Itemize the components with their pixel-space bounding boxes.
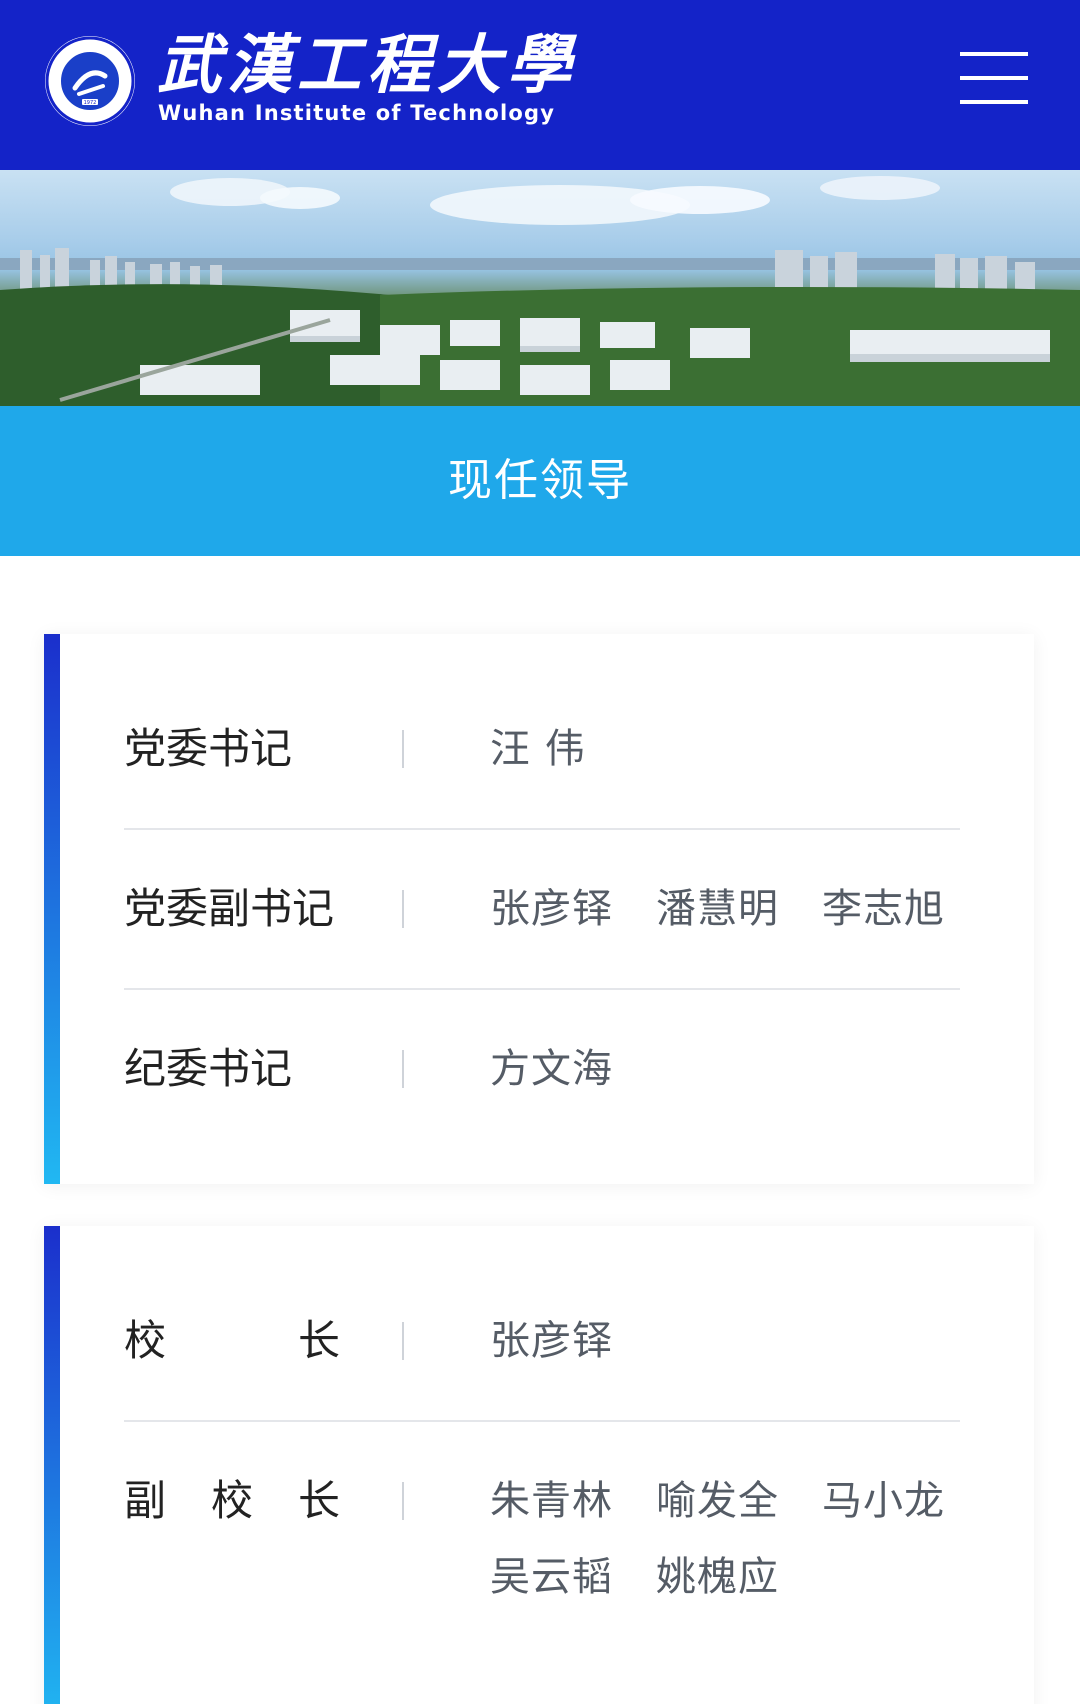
leader-name[interactable]: 姚槐应 — [656, 1552, 779, 1602]
leader-row: 纪委书记 方文海 — [124, 990, 960, 1150]
leader-name[interactable]: 李志旭 — [822, 884, 945, 934]
separator — [402, 1482, 404, 1520]
university-name-chinese: 武漢工程大學 — [157, 28, 577, 103]
leader-name[interactable]: 喻发全 — [656, 1476, 779, 1526]
position-char: 校 — [124, 1316, 167, 1365]
site-header: 1972 武漢工程大學 Wuhan Institute of Technolog… — [0, 0, 1080, 170]
leader-row: 党委副书记 张彦铎 潘慧明 李志旭 — [124, 830, 960, 990]
leader-name[interactable]: 方文海 — [490, 1044, 613, 1094]
leader-row: 副 校 长 朱青林 喻发全 马小龙 吴云韬 姚槐应 — [124, 1422, 960, 1652]
leader-name[interactable]: 张彦铎 — [490, 1316, 613, 1366]
position-char: 副 — [124, 1476, 167, 1525]
leader-name[interactable]: 朱青林 — [490, 1476, 613, 1526]
seal-icon: 1972 — [45, 36, 135, 126]
leader-row: 校 长 张彦铎 — [124, 1262, 960, 1422]
campus-banner-image — [0, 170, 1080, 406]
position-char: 校 — [210, 1476, 253, 1525]
position-label: 党委副书记 — [124, 884, 335, 933]
position-char: 长 — [297, 1476, 340, 1525]
separator — [402, 1322, 404, 1360]
page-title: 现任领导 — [448, 455, 632, 506]
svg-text:1972: 1972 — [84, 100, 97, 106]
separator — [402, 1050, 404, 1088]
position-label: 党委书记 — [124, 724, 293, 773]
university-seal-logo[interactable]: 1972 — [45, 36, 135, 126]
leader-name[interactable]: 张彦铎 — [490, 884, 613, 934]
separator — [402, 730, 404, 768]
hamburger-menu-icon[interactable] — [958, 50, 1032, 106]
university-name-english: Wuhan Institute of Technology — [158, 101, 556, 125]
administration-card: 校 长 张彦铎 副 校 长 朱青林 喻发全 马小龙 吴云韬 姚槐应 — [44, 1226, 1034, 1704]
party-leadership-card: 党委书记 汪 伟 党委副书记 张彦铎 潘慧明 李志旭 纪委书记 方文海 — [44, 634, 1034, 1184]
card-accent-bar — [44, 634, 60, 1184]
position-char: 长 — [297, 1316, 340, 1365]
position-label: 副 校 长 — [124, 1476, 340, 1526]
position-label: 校 长 — [124, 1316, 340, 1366]
leader-name[interactable]: 马小龙 — [822, 1476, 945, 1526]
section-title-bar: 现任领导 — [0, 406, 1080, 556]
separator — [402, 890, 404, 928]
leader-name[interactable]: 潘慧明 — [656, 884, 779, 934]
card-accent-bar — [44, 1226, 60, 1704]
position-label: 纪委书记 — [124, 1044, 293, 1093]
leader-name[interactable]: 吴云韬 — [490, 1552, 613, 1602]
leader-row: 党委书记 汪 伟 — [124, 670, 960, 830]
leader-name[interactable]: 汪 伟 — [490, 724, 586, 774]
